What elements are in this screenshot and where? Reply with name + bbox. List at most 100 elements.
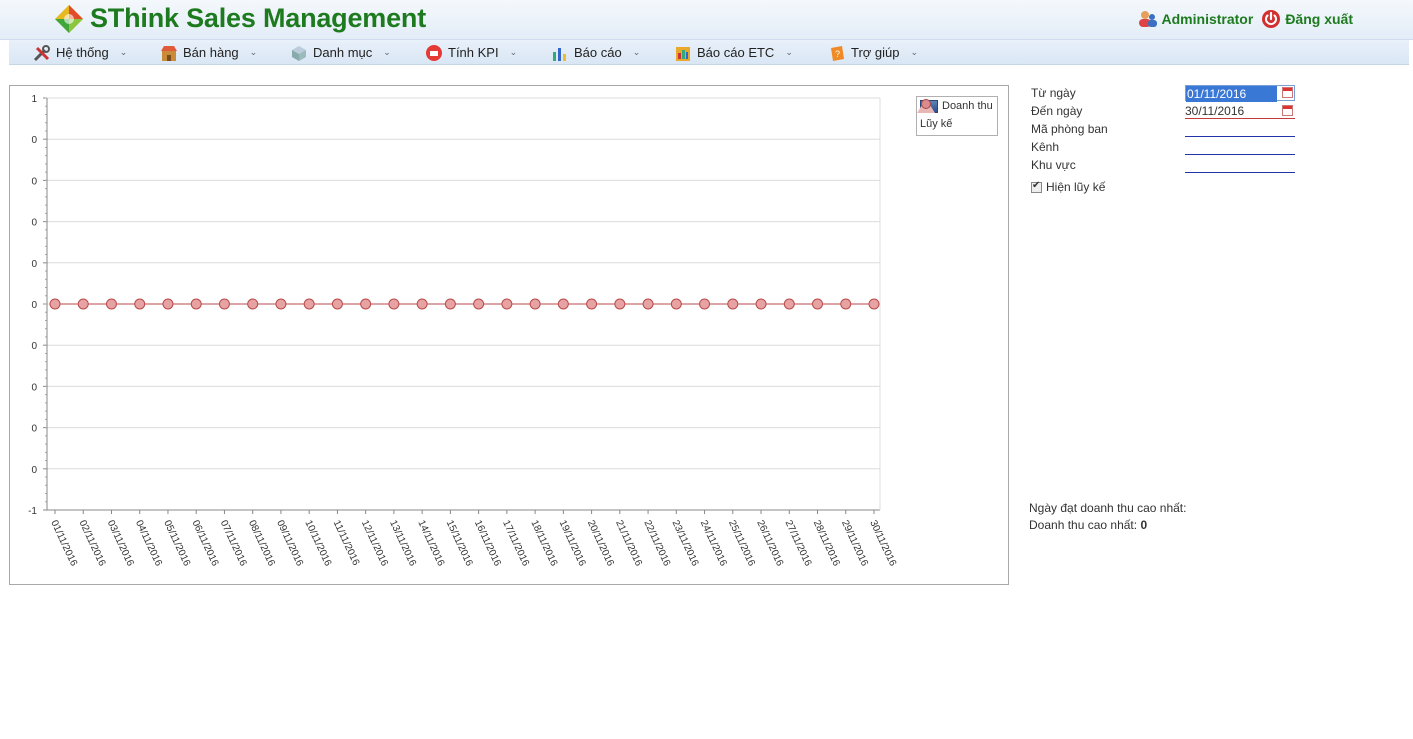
line-point — [642, 298, 654, 310]
from-date-input[interactable] — [1186, 86, 1277, 102]
menu-label: Trợ giúp — [851, 45, 900, 60]
line-point — [218, 298, 230, 310]
legend-item-luy-ke[interactable]: Lũy kế — [917, 99, 997, 133]
y-tick-label: 0 — [31, 259, 37, 270]
line-point — [670, 298, 682, 310]
menu-he-thong[interactable]: Hệ thống ⌄ — [33, 40, 127, 65]
chart-legend: Doanh thu Lũy kế — [916, 96, 998, 136]
region-row: Khu vực — [1031, 157, 1301, 175]
line-point — [727, 298, 739, 310]
y-tick-label: 0 — [31, 424, 37, 435]
line-point — [77, 298, 89, 310]
logout-link[interactable]: Đăng xuất — [1261, 9, 1353, 29]
x-tick-label: 11/11/2016 — [331, 519, 362, 568]
app-title: SThink Sales Management — [90, 3, 426, 33]
menu-bao-cao-etc[interactable]: Báo cáo ETC ⌄ — [674, 40, 793, 65]
menu-label: Tính KPI — [448, 45, 499, 60]
dept-input[interactable] — [1185, 121, 1295, 137]
report-etc-icon — [676, 46, 690, 61]
x-tick-label: 08/11/2016 — [246, 519, 277, 569]
menu-tro-giup[interactable]: ? Trợ giúp ⌄ — [828, 40, 918, 65]
power-icon — [1262, 10, 1281, 28]
line-point — [783, 298, 795, 310]
line-point — [586, 298, 598, 310]
chevron-down-icon: ⌄ — [119, 47, 128, 57]
line-point — [529, 298, 541, 310]
channel-label: Kênh — [1031, 140, 1060, 154]
y-tick-label: 0 — [31, 135, 37, 146]
menu-ban-hang[interactable]: Bán hàng ⌄ — [160, 40, 257, 65]
line-point — [699, 298, 711, 310]
x-tick-label: 12/11/2016 — [359, 519, 390, 569]
to-date-label: Đến ngày — [1031, 104, 1083, 118]
line-point — [416, 298, 428, 310]
channel-row: Kênh — [1031, 139, 1301, 157]
x-tick-label: 13/11/2016 — [387, 519, 418, 569]
y-tick-label: 0 — [31, 176, 37, 187]
line-point — [868, 298, 880, 310]
menu-label: Bán hàng — [183, 45, 239, 60]
menu-label: Báo cáo ETC — [697, 45, 775, 60]
region-input[interactable] — [1185, 157, 1295, 173]
user-account-link[interactable]: Administrator — [1138, 10, 1254, 28]
legend-label: Doanh thu — [942, 100, 993, 112]
x-tick-label: 24/11/2016 — [698, 519, 729, 569]
x-tick-label: 27/11/2016 — [783, 519, 814, 569]
help-icon: ? — [831, 45, 844, 61]
x-tick-label: 02/11/2016 — [77, 519, 108, 569]
user-icon — [1138, 11, 1157, 27]
line-point — [105, 298, 117, 310]
line-point — [812, 298, 824, 310]
chevron-down-icon: ⌄ — [632, 47, 641, 57]
y-tick-label: 1 — [31, 94, 37, 105]
x-tick-label: 04/11/2016 — [133, 519, 164, 569]
x-tick-label: 25/11/2016 — [726, 519, 757, 569]
summary-panel: Ngày đạt doanh thu cao nhất: Doanh thu c… — [1029, 500, 1186, 534]
y-tick-label: -1 — [28, 506, 37, 517]
calendar-icon[interactable] — [1282, 105, 1293, 116]
max-date-label: Ngày đạt doanh thu cao nhất: — [1029, 501, 1187, 515]
line-point — [840, 298, 852, 310]
line-point — [388, 298, 400, 310]
x-tick-label: 09/11/2016 — [274, 519, 305, 569]
y-tick-label: 0 — [31, 300, 37, 311]
cumulative-toggle[interactable]: Hiện lũy kế — [1031, 180, 1105, 194]
region-label: Khu vực — [1031, 158, 1076, 172]
x-tick-label: 22/11/2016 — [641, 519, 672, 569]
kpi-icon — [426, 44, 442, 61]
x-tick-label: 15/11/2016 — [444, 519, 475, 569]
x-tick-label: 26/11/2016 — [754, 519, 785, 569]
logout-label: Đăng xuất — [1285, 11, 1353, 27]
menu-tinh-kpi[interactable]: Tính KPI ⌄ — [425, 40, 517, 65]
calendar-icon[interactable] — [1282, 87, 1293, 98]
max-revenue-label: Doanh thu cao nhất: — [1029, 518, 1138, 532]
x-tick-label: 19/11/2016 — [557, 519, 588, 569]
app-header: SThink Sales Management Administrator Đă… — [0, 0, 1413, 40]
channel-input[interactable] — [1185, 139, 1295, 155]
cumulative-checkbox[interactable] — [1031, 180, 1042, 193]
line-point — [473, 298, 485, 310]
catalog-icon — [292, 45, 306, 61]
line-point — [331, 298, 343, 310]
x-tick-label: 07/11/2016 — [218, 519, 249, 569]
x-tick-label: 01/11/2016 — [48, 519, 79, 569]
x-tick-label: 28/11/2016 — [811, 519, 842, 569]
cumulative-label: Hiện lũy kế — [1046, 180, 1106, 194]
menu-label: Danh mục — [313, 45, 373, 60]
y-tick-label: 0 — [31, 382, 37, 393]
shop-icon — [161, 45, 177, 61]
line-point — [614, 298, 626, 310]
menu-bao-cao[interactable]: Báo cáo ⌄ — [551, 40, 640, 65]
svg-text:?: ? — [835, 49, 840, 59]
x-tick-label: 29/11/2016 — [839, 519, 870, 569]
line-point — [557, 298, 569, 310]
user-name: Administrator — [1161, 11, 1254, 27]
to-date-input[interactable] — [1185, 103, 1295, 119]
x-tick-label: 21/11/2016 — [613, 519, 644, 569]
menu-danh-muc[interactable]: Danh mục ⌄ — [290, 40, 391, 65]
x-tick-label: 06/11/2016 — [189, 519, 220, 569]
legend-line-swatch — [917, 99, 935, 113]
from-date-row: Từ ngày — [1031, 85, 1301, 103]
x-tick-label: 14/11/2016 — [415, 519, 446, 569]
x-tick-label: 20/11/2016 — [585, 519, 616, 569]
